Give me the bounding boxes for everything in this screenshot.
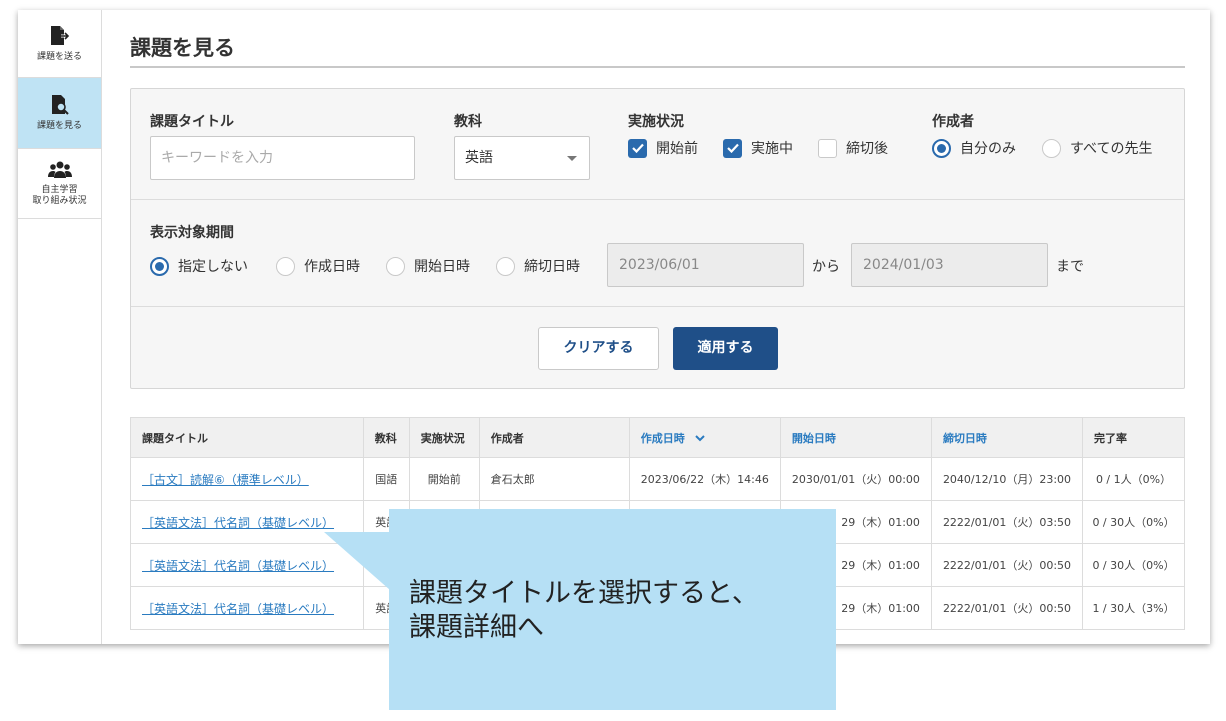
assignment-title-link[interactable]: ［英語文法］代名詞（基礎レベル） [142, 602, 334, 616]
title-filter-label: 課題タイトル [150, 114, 234, 130]
radio-selected-icon [932, 138, 951, 158]
status-option-label: 実施中 [751, 141, 793, 157]
clear-button[interactable]: クリアする [538, 327, 659, 370]
send-file-icon [50, 25, 70, 45]
sidebar-item-view-assignment[interactable]: 課題を見る [18, 78, 101, 149]
date-from-input[interactable]: 2023/06/01 [607, 243, 804, 287]
checkbox-checked-icon [628, 138, 647, 158]
status-checkbox-closed[interactable]: 締切後 [818, 138, 888, 158]
radio-unselected-icon [386, 256, 405, 276]
period-option-label: 開始日時 [414, 259, 470, 275]
author-option-label: すべての先生 [1070, 141, 1153, 157]
users-icon [47, 161, 72, 178]
period-option-label: 指定しない [178, 259, 248, 275]
cell-created: 2023/06/22（木）14:46 [628, 457, 781, 501]
period-option-label: 締切日時 [524, 259, 580, 275]
column-header-start[interactable]: 開始日時 [779, 417, 932, 458]
column-header-created-label: 作成日時 [640, 431, 685, 445]
column-header-subject[interactable]: 教科 [362, 417, 410, 458]
checkbox-checked-icon [723, 138, 742, 158]
column-header-rate[interactable]: 完了率 [1082, 417, 1185, 458]
period-radio-deadline[interactable]: 締切日時 [496, 256, 580, 276]
sidebar: 課題を送る 課題を見る 自主学習 取り組み状況 [18, 10, 102, 644]
table-row: ［古文］読解⑥（標準レベル） 国語 開始前 倉石太郎 2023/06/22（木）… [130, 457, 1185, 501]
from-label: から [812, 259, 840, 275]
sidebar-item-label: 課題を見る [36, 121, 82, 131]
apply-button[interactable]: 適用する [673, 327, 778, 370]
assignment-title-link[interactable]: ［英語文法］代名詞（基礎レベル） [142, 559, 334, 573]
callout-line-2: 課題詳細へ [409, 612, 544, 643]
assignment-title-link[interactable]: ［古文］読解⑥（標準レベル） [142, 473, 309, 487]
radio-selected-icon [150, 256, 169, 276]
subject-select[interactable]: 英語 [454, 136, 590, 180]
cell-status: 開始前 [408, 457, 480, 501]
radio-unselected-icon [496, 256, 515, 276]
period-option-label: 作成日時 [304, 259, 360, 275]
filter-divider [131, 199, 1184, 200]
cell-deadline: 2040/12/10（月）23:00 [930, 457, 1084, 501]
cell-deadline: 2222/01/01（火）03:50 [930, 500, 1084, 544]
cell-title: ［英語文法］代名詞（基礎レベル） [130, 586, 364, 630]
callout-pointer [324, 532, 390, 590]
cell-rate: 0 / 30人（0%） [1082, 500, 1185, 544]
callout-line-1: 課題タイトルを選択すると、 [409, 578, 759, 609]
author-radio-all[interactable]: すべての先生 [1042, 138, 1152, 158]
author-filter-label: 作成者 [932, 114, 974, 130]
author-radio-mine[interactable]: 自分のみ [932, 138, 1016, 158]
status-checkbox-active[interactable]: 実施中 [723, 138, 793, 158]
radio-unselected-icon [276, 256, 295, 276]
status-option-label: 開始前 [656, 141, 698, 157]
column-header-title[interactable]: 課題タイトル [130, 417, 364, 458]
column-header-author[interactable]: 作成者 [478, 417, 630, 458]
title-divider [130, 66, 1185, 68]
cell-rate: 0 / 1人（0%） [1082, 457, 1185, 501]
status-option-label: 締切後 [846, 141, 888, 157]
subject-select-value: 英語 [465, 150, 493, 166]
sidebar-item-label: 課題を送る [36, 51, 82, 62]
to-label: まで [1056, 259, 1084, 275]
filter-panel: 課題タイトル キーワードを入力 教科 英語 実施状況 開始前 実施中 締切後 作… [130, 88, 1185, 389]
chevron-down-icon [567, 156, 577, 161]
page-title: 課題を見る [130, 36, 235, 60]
column-header-deadline[interactable]: 締切日時 [930, 417, 1084, 458]
period-filter-label: 表示対象期間 [150, 225, 234, 241]
subject-filter-label: 教科 [454, 114, 482, 130]
chevron-down-icon [694, 434, 705, 441]
cell-start: 2030/01/01（火）00:00 [779, 457, 932, 501]
assignment-title-link[interactable]: ［英語文法］代名詞（基礎レベル） [142, 516, 334, 530]
period-radio-start[interactable]: 開始日時 [386, 256, 470, 276]
checkbox-unchecked-icon [818, 138, 837, 158]
period-radio-created[interactable]: 作成日時 [276, 256, 360, 276]
cell-deadline: 2222/01/01（火）00:50 [930, 586, 1084, 630]
cell-subject: 国語 [362, 457, 410, 501]
radio-unselected-icon [1042, 138, 1061, 158]
sidebar-item-send-assignment[interactable]: 課題を送る [18, 10, 101, 78]
filter-divider [131, 306, 1184, 307]
cell-deadline: 2222/01/01（火）00:50 [930, 543, 1084, 587]
keyword-input[interactable]: キーワードを入力 [150, 136, 415, 180]
status-checkbox-before[interactable]: 開始前 [628, 138, 698, 158]
status-filter-label: 実施状況 [628, 114, 684, 130]
date-to-input[interactable]: 2024/01/03 [851, 243, 1048, 287]
cell-title: ［古文］読解⑥（標準レベル） [130, 457, 364, 501]
search-file-icon [51, 95, 69, 115]
period-radio-none[interactable]: 指定しない [150, 256, 248, 276]
column-header-status[interactable]: 実施状況 [408, 417, 480, 458]
tooltip-callout: 課題タイトルを選択すると、 課題詳細へ [389, 509, 836, 710]
sidebar-item-label: 自主学習 取り組み状況 [32, 185, 87, 206]
cell-rate: 1 / 30人（3%） [1082, 586, 1185, 630]
cell-author: 倉石太郎 [478, 457, 630, 501]
column-header-created[interactable]: 作成日時 [628, 417, 781, 458]
author-option-label: 自分のみ [960, 141, 1016, 157]
cell-rate: 0 / 30人（0%） [1082, 543, 1185, 587]
table-header-row: 課題タイトル 教科 実施状況 作成者 作成日時 開始日時 締切日時 完了率 [130, 417, 1185, 458]
sidebar-item-self-study[interactable]: 自主学習 取り組み状況 [18, 149, 101, 219]
